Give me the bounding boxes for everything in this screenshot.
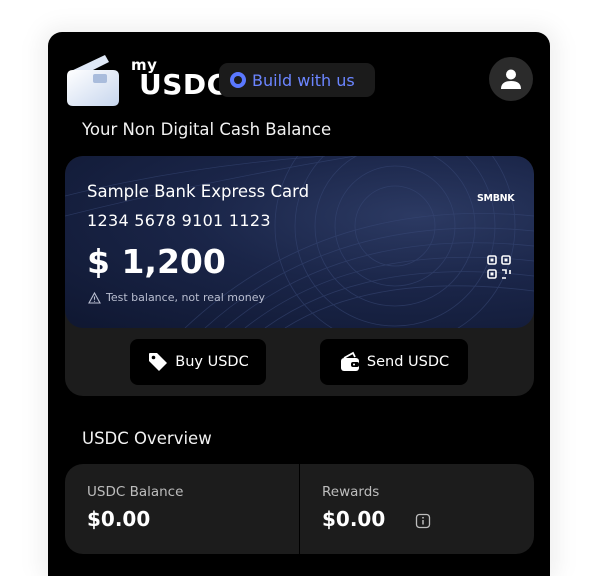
usdc-overview-title: USDC Overview [82, 429, 212, 448]
card-name: Sample Bank Express Card [87, 182, 310, 201]
logo-text-usdc: USDC [139, 68, 228, 101]
my-usdc-logo[interactable]: my USDC [65, 52, 227, 108]
wallet-icon [340, 351, 359, 371]
send-usdc-label: Send USDC [366, 354, 450, 370]
card-number: 1234 5678 9101 1123 [87, 211, 271, 230]
card-balance-amount: $ 1,200 [87, 242, 226, 281]
send-usdc-button[interactable]: Send USDC [320, 339, 468, 385]
card-brand: SMBNK [477, 193, 515, 204]
buy-usdc-button[interactable]: Buy USDC [130, 339, 266, 385]
user-icon [501, 69, 521, 89]
test-balance-note: Test balance, not real money [88, 291, 265, 304]
build-with-us-label: Build with us [252, 70, 355, 90]
profile-button[interactable] [489, 57, 533, 101]
usdc-balance-tile[interactable]: USDC Balance $0.00 [65, 464, 299, 554]
bank-card[interactable]: Sample Bank Express Card 1234 5678 9101 … [65, 156, 534, 328]
tag-icon [149, 353, 168, 371]
wallet-logo-icon [67, 55, 119, 106]
usdc-overview-panel: USDC Balance $0.00 Rewards $0.00 [65, 464, 534, 554]
circle-dot-icon [230, 72, 246, 88]
build-with-us-button[interactable]: Build with us [219, 63, 375, 97]
qr-code-icon[interactable] [486, 254, 512, 280]
cash-balance-title: Your Non Digital Cash Balance [82, 120, 332, 139]
usdc-balance-label: USDC Balance [87, 484, 184, 500]
info-icon[interactable] [415, 513, 431, 529]
usdc-balance-value: $0.00 [87, 507, 151, 531]
rewards-value: $0.00 [322, 507, 386, 531]
rewards-tile[interactable]: Rewards $0.00 [299, 464, 534, 554]
buy-usdc-label: Buy USDC [175, 354, 249, 370]
card-panel: Sample Bank Express Card 1234 5678 9101 … [65, 156, 534, 396]
warning-icon [88, 291, 101, 304]
app-window: my USDC Build with us Your Non Digital C… [48, 32, 550, 576]
rewards-label: Rewards [322, 484, 380, 500]
test-balance-text: Test balance, not real money [106, 291, 266, 304]
